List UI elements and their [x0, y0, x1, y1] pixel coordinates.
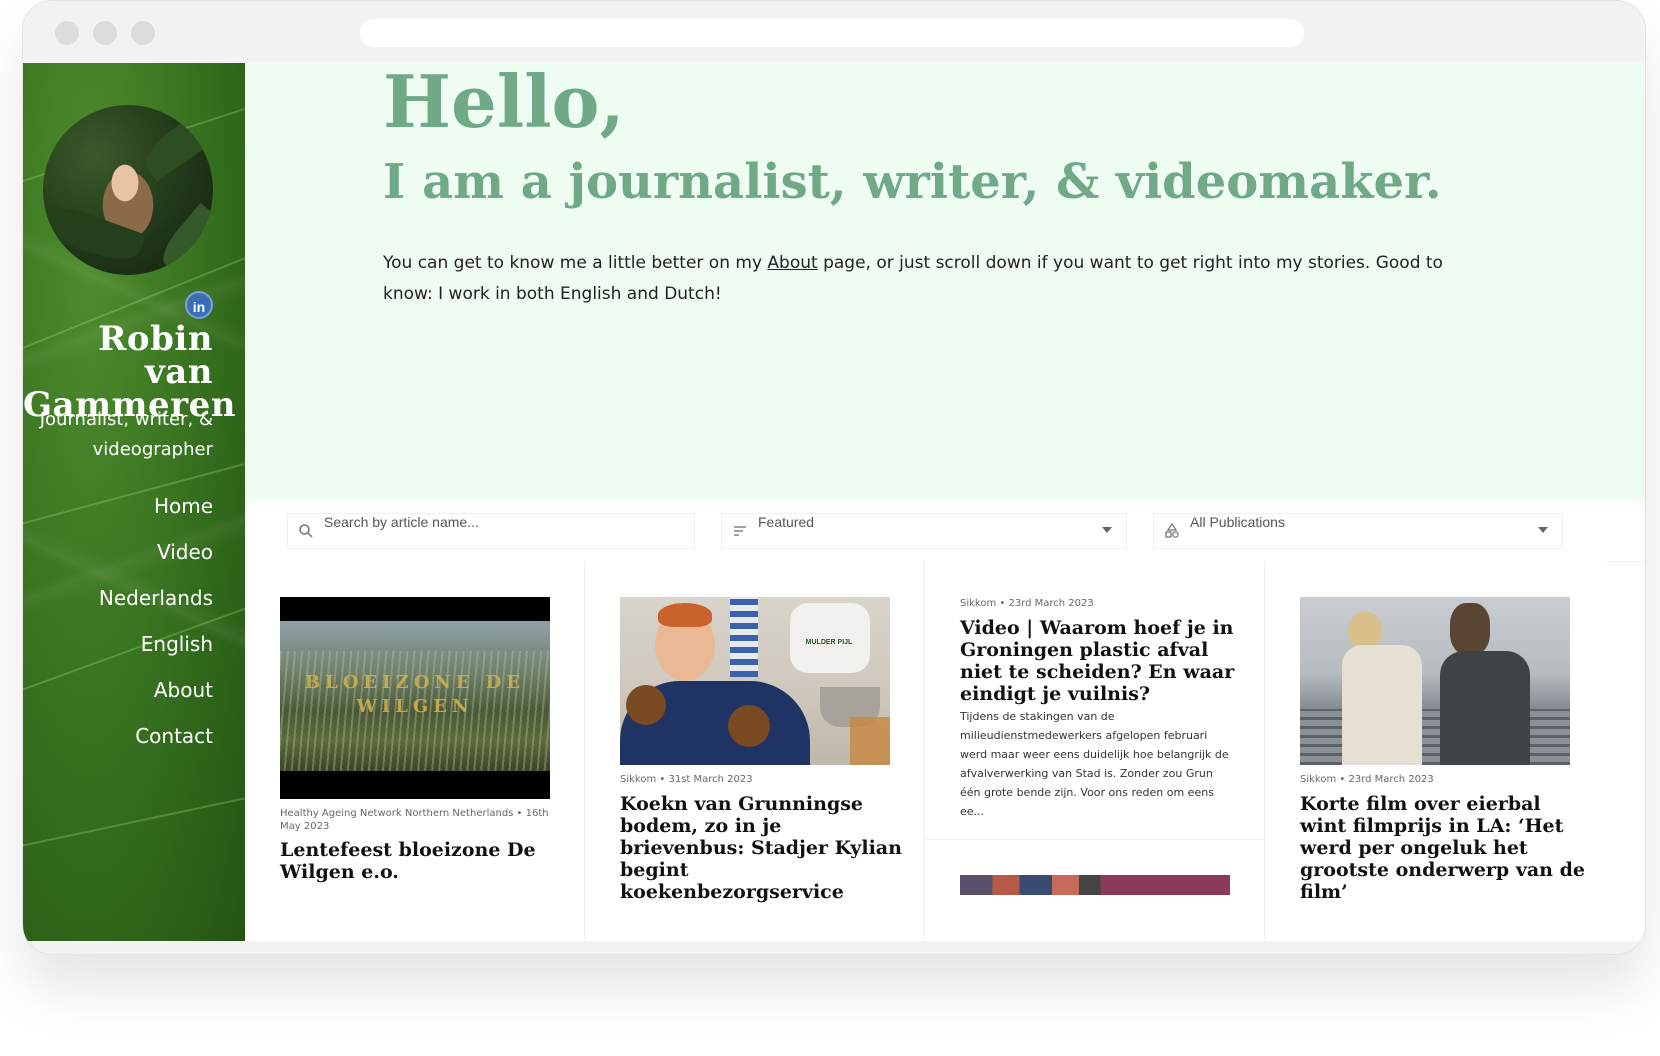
nav-item-about[interactable]: About	[23, 667, 213, 713]
hero-section: Hello, I am a journalist, writer, & vide…	[245, 63, 1645, 501]
hero-subhead: I am a journalist, writer, & videomaker.	[383, 154, 1442, 210]
nav-item-nederlands[interactable]: Nederlands	[23, 575, 213, 621]
avatar	[43, 105, 213, 275]
article-thumbnail[interactable]	[1300, 597, 1570, 765]
address-bar[interactable]	[360, 19, 1304, 47]
article-excerpt: Tijdens de stakingen van de milieudienst…	[960, 710, 1229, 818]
publication-value: All Publications	[1190, 514, 1285, 530]
article-title[interactable]: Korte film over eierbal wint filmprijs i…	[1300, 793, 1585, 903]
woman-coat	[1342, 645, 1422, 765]
cookie-tray	[850, 717, 890, 765]
article-meta: Healthy Ageing Network Northern Netherla…	[280, 808, 549, 832]
hero-intro: You can get to know me a little better o…	[383, 248, 1463, 310]
nav-item-contact[interactable]: Contact	[23, 713, 213, 759]
window-close-dot[interactable]	[55, 21, 79, 45]
window-maximize-dot[interactable]	[131, 21, 155, 45]
person-hair	[658, 603, 712, 627]
profile-tagline: Journalist, writer, & videographer	[39, 409, 213, 460]
nav-item-english[interactable]: English	[23, 621, 213, 667]
article-card[interactable]: Sikkom • 23rd March 2023 Korte film over…	[1265, 561, 1605, 941]
thumbnail-title-text: BLOEIZONE DE WILGEN	[304, 672, 526, 717]
main-nav: Home Video Nederlands English About Cont…	[23, 483, 213, 759]
article-title[interactable]: Lentefeest bloeizone De Wilgen e.o.	[280, 839, 565, 883]
sort-select[interactable]: Featured	[721, 513, 1127, 549]
article-title[interactable]: Video | Waarom hoef je in Groningen plas…	[960, 617, 1245, 705]
article-card[interactable]: MULDER PIJL Sikkom • 31st March 2023 Koe…	[585, 561, 925, 941]
cookie-right	[728, 705, 770, 747]
search-placeholder: Search by article name...	[324, 514, 479, 530]
nav-item-video[interactable]: Video	[23, 529, 213, 575]
chevron-down-icon	[1538, 527, 1548, 533]
article-meta: Sikkom • 23rd March 2023	[960, 598, 1094, 609]
browser-titlebar	[23, 1, 1645, 63]
article-thumbnail[interactable]: BLOEIZONE DE WILGEN	[280, 597, 550, 799]
avatar-leaf	[155, 202, 213, 274]
card-divider	[925, 839, 1264, 840]
man-hair	[1450, 603, 1490, 655]
article-thumbnail[interactable]: MULDER PIJL	[620, 597, 890, 765]
filter-bar: Search by article name... Featured All P…	[245, 501, 1645, 562]
article-card[interactable]: Sikkom • 23rd March 2023 Video | Waarom …	[925, 561, 1265, 941]
search-input[interactable]: Search by article name...	[287, 513, 695, 549]
linkedin-icon[interactable]: in	[185, 291, 213, 319]
avatar-leaf	[43, 197, 146, 269]
article-meta: Sikkom • 23rd March 2023	[1300, 774, 1434, 785]
sort-value: Featured	[758, 514, 815, 530]
article-title[interactable]: Koekn van Grunningse bodem, zo in je bri…	[620, 793, 905, 903]
page-viewport: in Robin van Gammeren Journalist, writer…	[23, 63, 1645, 941]
leaf-vein	[23, 786, 245, 855]
hero-hello: Hello,	[383, 63, 625, 144]
shapes-icon	[1165, 523, 1179, 538]
chevron-down-icon	[1102, 527, 1112, 533]
search-icon	[299, 524, 313, 538]
nav-item-home[interactable]: Home	[23, 483, 213, 529]
avatar-leaf	[137, 105, 213, 182]
article-thumbnail[interactable]	[960, 875, 1230, 895]
article-card[interactable]: BLOEIZONE DE WILGEN Healthy Ageing Netwo…	[245, 561, 585, 941]
sidebar: in Robin van Gammeren Journalist, writer…	[23, 63, 245, 941]
bag-label: MULDER PIJL	[805, 639, 853, 646]
thumbnail-image: BLOEIZONE DE WILGEN	[280, 621, 550, 771]
article-meta: Sikkom • 31st March 2023	[620, 774, 753, 785]
browser-window: in Robin van Gammeren Journalist, writer…	[22, 0, 1646, 955]
flour-bag-shape: MULDER PIJL	[790, 603, 870, 673]
publication-select[interactable]: All Publications	[1153, 513, 1563, 549]
about-link[interactable]: About	[767, 253, 817, 273]
window-minimize-dot[interactable]	[93, 21, 117, 45]
sort-icon	[734, 526, 746, 536]
man-jacket	[1440, 651, 1530, 765]
towel-shape	[730, 597, 758, 677]
cookie-left	[626, 685, 666, 725]
intro-text: You can get to know me a little better o…	[383, 253, 768, 273]
article-grid: BLOEIZONE DE WILGEN Healthy Ageing Netwo…	[245, 561, 1645, 941]
